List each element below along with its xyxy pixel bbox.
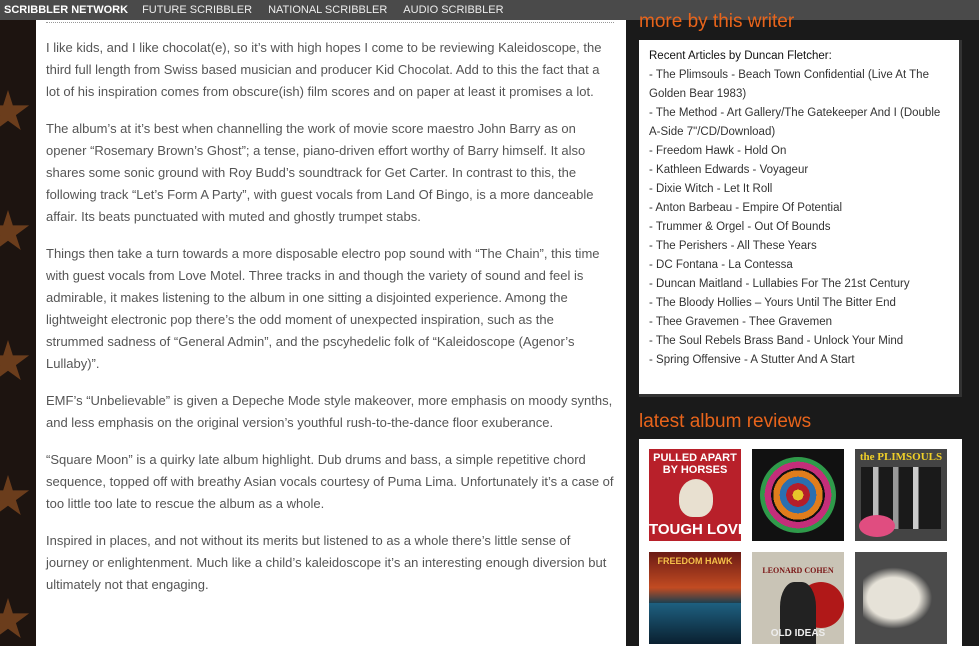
list-item: - Kathleen Edwards - Voyageur [649,161,949,180]
recent-article-link[interactable]: - The Perishers - All These Years [649,240,817,252]
recent-article-link[interactable]: - The Method - Art Gallery/The Gatekeepe… [649,107,940,138]
decorative-star-strip [0,20,36,646]
list-item: - The Plimsouls - Beach Town Confidentia… [649,66,949,104]
review-article: I like kids, and I like chocolat(e), so … [36,20,626,646]
list-item: - DC Fontana - La Contessa [649,256,949,275]
list-item: - Thee Gravemen - Thee Gravemen [649,313,949,332]
list-item: - The Method - Art Gallery/The Gatekeepe… [649,104,949,142]
more-by-writer-title: more by this writer [639,11,795,32]
star-icon [0,475,30,516]
more-by-writer-box: Recent Articles by Duncan Fletcher: - Th… [639,40,962,397]
article-paragraph: Things then take a turn towards a more d… [46,246,600,371]
list-item: - Dixie Witch - Let It Roll [649,180,949,199]
list-item: - Trummer & Orgel - Out Of Bounds [649,218,949,237]
right-sidebar: more by this writer Recent Articles by D… [626,11,979,646]
star-icon [0,210,30,251]
dotted-divider [46,22,614,23]
article-paragraph: Inspired in places, and not without its … [46,533,607,592]
album-cover-freedom-hawk[interactable]: FREEDOM HAWK [649,552,741,644]
map-image [863,562,939,634]
nav-item-audio-scribbler[interactable]: AUDIO SCRIBBLER [399,4,507,16]
nav-brand-link[interactable]: SCRIBBLER NETWORK [0,4,132,16]
star-icon [0,340,30,381]
album-cover-old-ideas[interactable]: LEONARD COHEN OLD IDEAS [752,552,844,644]
list-item: - Anton Barbeau - Empire Of Potential [649,199,949,218]
star-icon [0,90,30,131]
recent-article-link[interactable]: - DC Fontana - La Contessa [649,259,793,271]
album-cover-text: OLD IDEAS [770,628,826,639]
album-cover-plimsouls[interactable]: the PLIMSOULS [855,449,947,541]
recent-article-link[interactable]: - Freedom Hawk - Hold On [649,145,786,157]
recent-article-link[interactable]: - Anton Barbeau - Empire Of Potential [649,202,842,214]
article-paragraph: I like kids, and I like chocolat(e), so … [46,40,602,99]
recent-article-link[interactable]: - The Soul Rebels Brass Band - Unlock Yo… [649,335,903,347]
article-paragraph: EMF’s “Unbelievable” is given a Depeche … [46,393,613,430]
album-cover-tough-love[interactable]: PULLED APART BY HORSES TOUGH LOVE [649,449,741,541]
mandala-image [760,457,836,533]
nav-item-future-scribbler[interactable]: FUTURE SCRIBBLER [138,4,256,16]
list-item: - The Bloody Hollies – Yours Until The B… [649,294,949,313]
album-cover-text: BY HORSES [662,464,728,476]
list-item: - The Perishers - All These Years [649,237,949,256]
recent-article-link[interactable]: - Duncan Maitland - Lullabies For The 21… [649,278,910,290]
album-cover-text: FREEDOM HAWK [657,556,733,566]
flower-image [679,479,713,517]
recent-article-link[interactable]: - Kathleen Edwards - Voyageur [649,164,808,176]
album-reviews-grid: PULLED APART BY HORSES TOUGH LOVE the PL… [639,439,962,646]
list-item: - Freedom Hawk - Hold On [649,142,949,161]
recent-articles-list: - The Plimsouls - Beach Town Confidentia… [649,66,949,370]
album-cover-text: TOUGH LOVE [649,521,741,538]
list-item: - Spring Offensive - A Stutter And A Sta… [649,351,949,370]
recent-articles-heading: Recent Articles by Duncan Fletcher: [649,50,832,62]
list-item: - Duncan Maitland - Lullabies For The 21… [649,275,949,294]
latest-album-reviews-title: latest album reviews [639,411,812,432]
cover-badge [859,515,895,537]
recent-article-link[interactable]: - Dixie Witch - Let It Roll [649,183,772,195]
star-icon [0,598,30,639]
recent-article-link[interactable]: - Thee Gravemen - Thee Gravemen [649,316,832,328]
list-item: - The Soul Rebels Brass Band - Unlock Yo… [649,332,949,351]
article-paragraph: “Square Moon” is a quirky late album hig… [46,452,614,511]
album-cover-map[interactable] [855,552,947,644]
album-cover-text: PULLED APART [653,452,737,464]
recent-article-link[interactable]: - The Plimsouls - Beach Town Confidentia… [649,69,929,100]
nav-item-national-scribbler[interactable]: NATIONAL SCRIBBLER [264,4,391,16]
recent-article-link[interactable]: - Trummer & Orgel - Out Of Bounds [649,221,831,233]
top-nav: SCRIBBLER NETWORK FUTURE SCRIBBLER NATIO… [0,0,979,20]
album-cover-text: the PLIMSOULS [859,451,943,463]
album-cover-mandala[interactable] [752,449,844,541]
waves-image [649,602,741,644]
album-cover-text: LEONARD COHEN [762,566,834,575]
article-paragraph: The album’s at it’s best when channellin… [46,121,594,224]
recent-article-link[interactable]: - The Bloody Hollies – Yours Until The B… [649,297,896,309]
recent-article-link[interactable]: - Spring Offensive - A Stutter And A Sta… [649,354,855,366]
